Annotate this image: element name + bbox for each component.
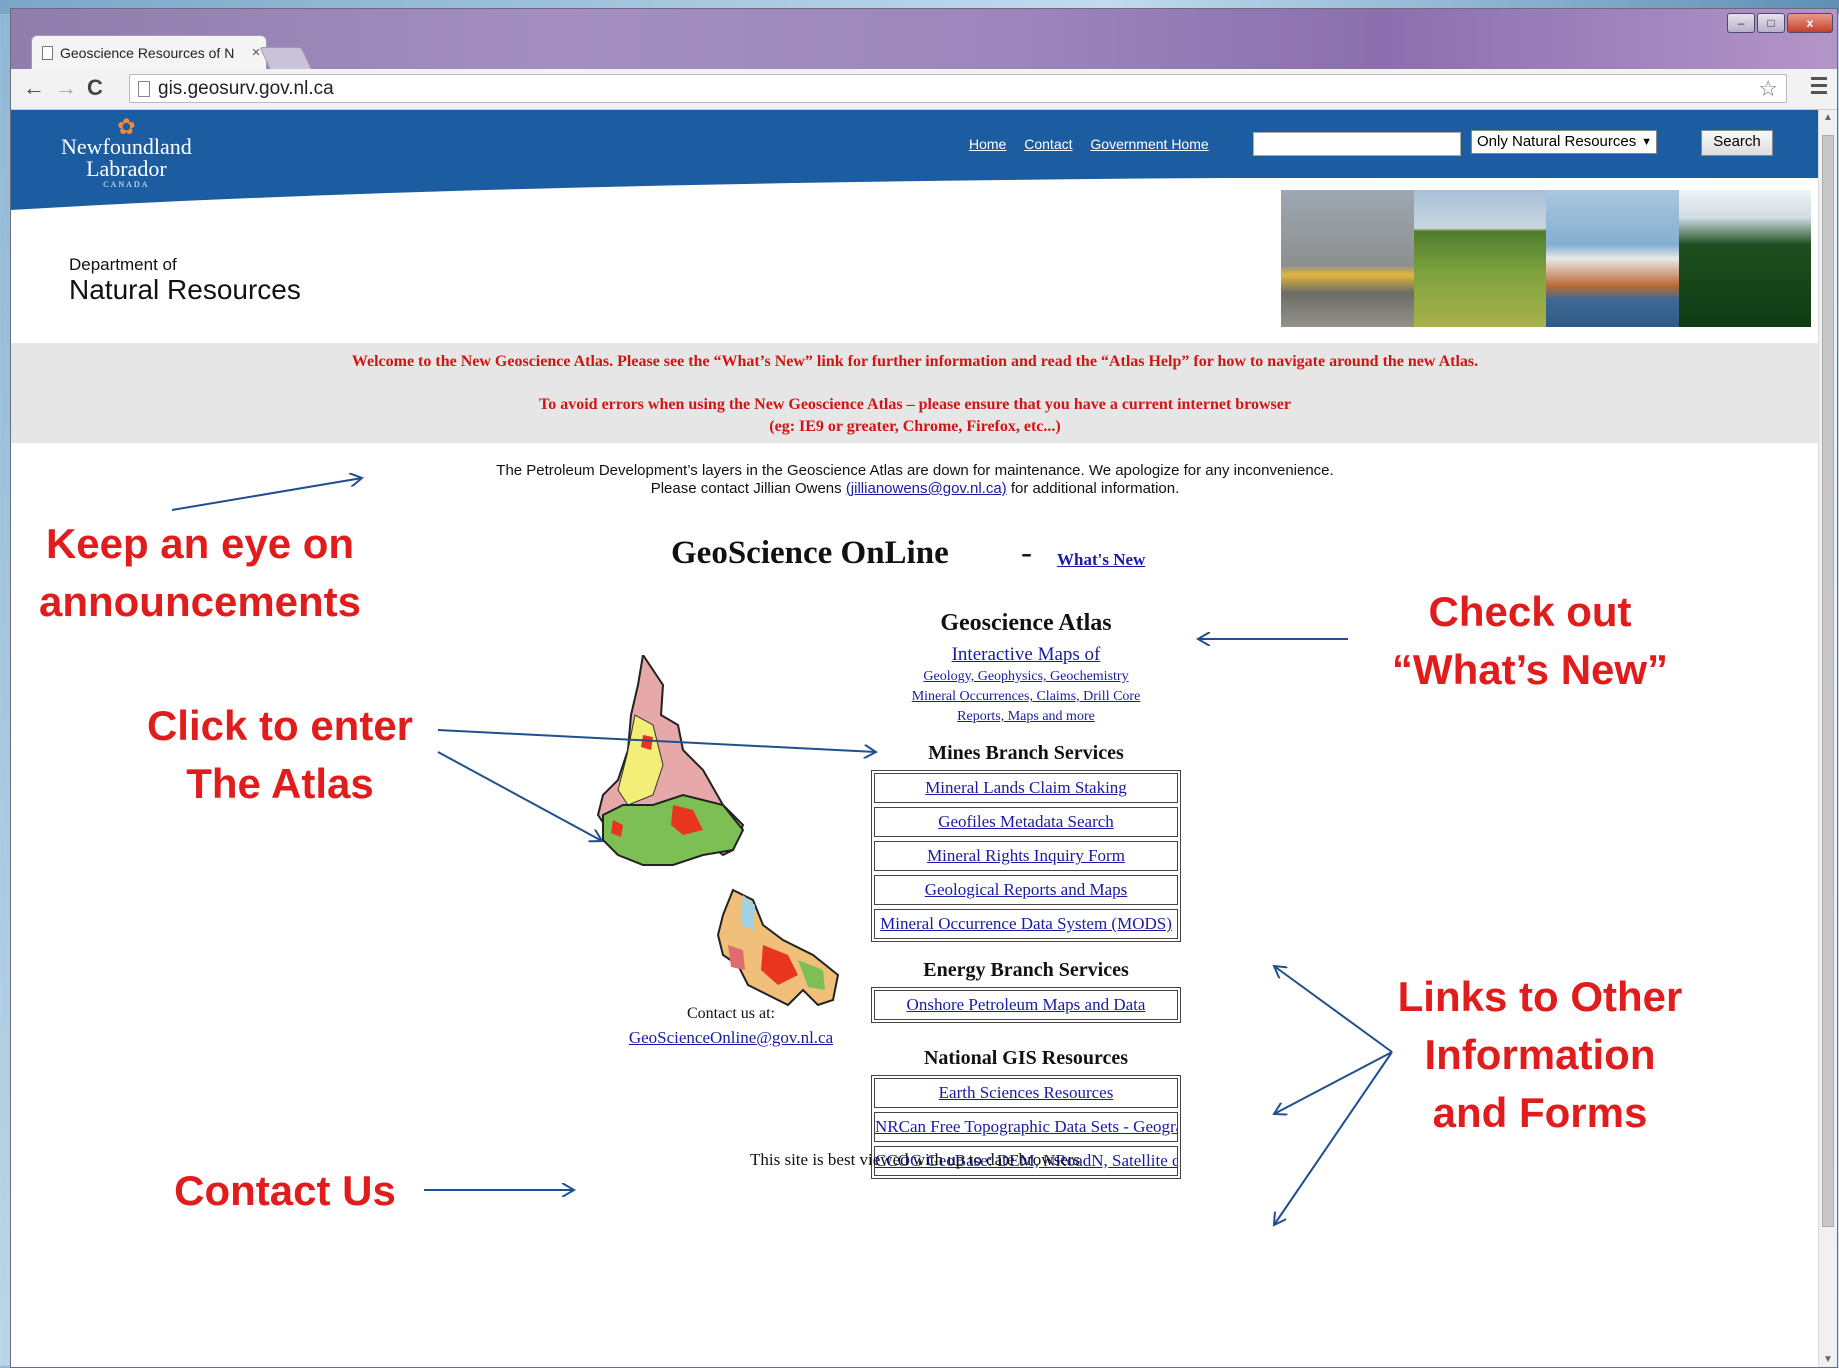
mines-links-box: Mineral Lands Claim Staking Geofiles Met…	[871, 770, 1181, 942]
contact-label: Contact us at:	[687, 1005, 775, 1022]
window-controls: – □ x	[1727, 13, 1833, 33]
menu-icon[interactable]	[1811, 77, 1827, 98]
geological-reports-link[interactable]: Geological Reports and Maps	[874, 875, 1178, 905]
header-links: Home Contact Government Home	[969, 136, 1223, 152]
atlas-heading: Geoscience Atlas	[940, 610, 1112, 636]
maintenance-notice: The Petroleum Development’s layers in th…	[496, 462, 1334, 497]
new-tab-button[interactable]	[259, 47, 313, 71]
tab-title: Geoscience Resources of N	[60, 44, 235, 61]
back-arrow-icon[interactable]: ←	[23, 77, 45, 99]
dropdown-arrow-icon: ▼	[1641, 136, 1652, 148]
jillian-email-link[interactable]: (jillianowens@gov.nl.ca)	[846, 480, 1007, 497]
gis-heading: National GIS Resources	[923, 1047, 1129, 1069]
callout-atlas: Click to enter The Atlas	[146, 702, 414, 807]
announcement-banner: Welcome to the New Geoscience Atlas. Ple…	[11, 343, 1819, 443]
offshore-platform-photo	[1546, 190, 1679, 327]
callout-links: Links to Other Information and Forms	[1397, 973, 1683, 1136]
mining-photo	[1281, 190, 1414, 327]
address-bar[interactable]: gis.geosurv.gov.nl.ca ☆	[129, 74, 1787, 103]
scroll-down-icon[interactable]: ▼	[1823, 1354, 1833, 1365]
nrcan-geogratis-link[interactable]: NRCan Free Topographic Data Sets - Geogr…	[874, 1112, 1178, 1142]
atlas-link[interactable]: Interactive Maps of	[871, 644, 1181, 666]
callout-announcements: Keep an eye on announcements	[38, 520, 362, 625]
agriculture-photo	[1413, 190, 1546, 327]
contact-link[interactable]: Contact	[1024, 136, 1072, 152]
reload-icon[interactable]: C	[87, 77, 103, 99]
title-dash: -	[1021, 535, 1032, 571]
page-icon	[42, 45, 53, 60]
header-photo-strip	[1281, 190, 1811, 327]
scrollbar-thumb[interactable]	[1822, 135, 1834, 1227]
bookmark-star-icon[interactable]: ☆	[1758, 76, 1778, 102]
gov-header: ✿ Newfoundland Labrador CANADA Home Cont…	[11, 110, 1819, 380]
atlas-sub-link-3[interactable]: Reports, Maps and more	[871, 709, 1181, 725]
vertical-scrollbar[interactable]: ▲ ▼	[1818, 110, 1837, 1367]
mines-heading: Mines Branch Services	[928, 742, 1124, 764]
browser-titlebar: Geoscience Resources of N × – □ x	[11, 9, 1837, 71]
energy-links-box: Onshore Petroleum Maps and Data	[871, 987, 1181, 1023]
url-text: gis.geosurv.gov.nl.ca	[158, 77, 334, 99]
whats-new-link[interactable]: What's New	[1057, 550, 1145, 570]
home-link[interactable]: Home	[969, 136, 1006, 152]
atlas-sub-link-1[interactable]: Geology, Geophysics, Geochemistry	[871, 669, 1181, 685]
department-name: Department of Natural Resources	[69, 255, 301, 305]
search-scope-select[interactable]: Only Natural Resources ▼	[1471, 130, 1657, 154]
atlas-sub-link-2[interactable]: Mineral Occurrences, Claims, Drill Core	[871, 689, 1181, 705]
forest-photo	[1678, 190, 1811, 327]
tab-geoscience[interactable]: Geoscience Resources of N ×	[31, 35, 267, 69]
contact-email-link[interactable]: GeoScienceOnline@gov.nl.ca	[601, 1028, 861, 1048]
mods-link[interactable]: Mineral Occurrence Data System (MODS)	[874, 909, 1178, 939]
earth-sciences-link[interactable]: Earth Sciences Resources	[874, 1078, 1178, 1108]
callout-contact: Contact Us	[174, 1167, 396, 1214]
maximize-button[interactable]: □	[1757, 13, 1785, 33]
scroll-up-icon[interactable]: ▲	[1823, 112, 1833, 123]
minimize-button[interactable]: –	[1727, 13, 1755, 33]
energy-heading: Energy Branch Services	[923, 959, 1129, 981]
forward-arrow-icon[interactable]: →	[55, 77, 77, 99]
search-button[interactable]: Search	[1701, 130, 1773, 156]
government-home-link[interactable]: Government Home	[1090, 136, 1208, 152]
onshore-petroleum-link[interactable]: Onshore Petroleum Maps and Data	[874, 990, 1178, 1020]
close-window-button[interactable]: x	[1787, 13, 1833, 33]
geology-map-image[interactable]	[583, 655, 865, 1035]
nl-logo[interactable]: ✿ Newfoundland Labrador CANADA	[61, 116, 192, 190]
page-title: GeoScience OnLine	[671, 535, 949, 571]
page-icon	[138, 80, 150, 97]
mineral-lands-claim-link[interactable]: Mineral Lands Claim Staking	[874, 773, 1178, 803]
mineral-rights-inquiry-link[interactable]: Mineral Rights Inquiry Form	[874, 841, 1178, 871]
geofiles-metadata-link[interactable]: Geofiles Metadata Search	[874, 807, 1178, 837]
browser-toolbar: ← → C gis.geosurv.gov.nl.ca ☆	[11, 69, 1837, 110]
search-input[interactable]	[1253, 132, 1461, 156]
callout-whats-new: Check out “What’s New”	[1391, 588, 1669, 693]
